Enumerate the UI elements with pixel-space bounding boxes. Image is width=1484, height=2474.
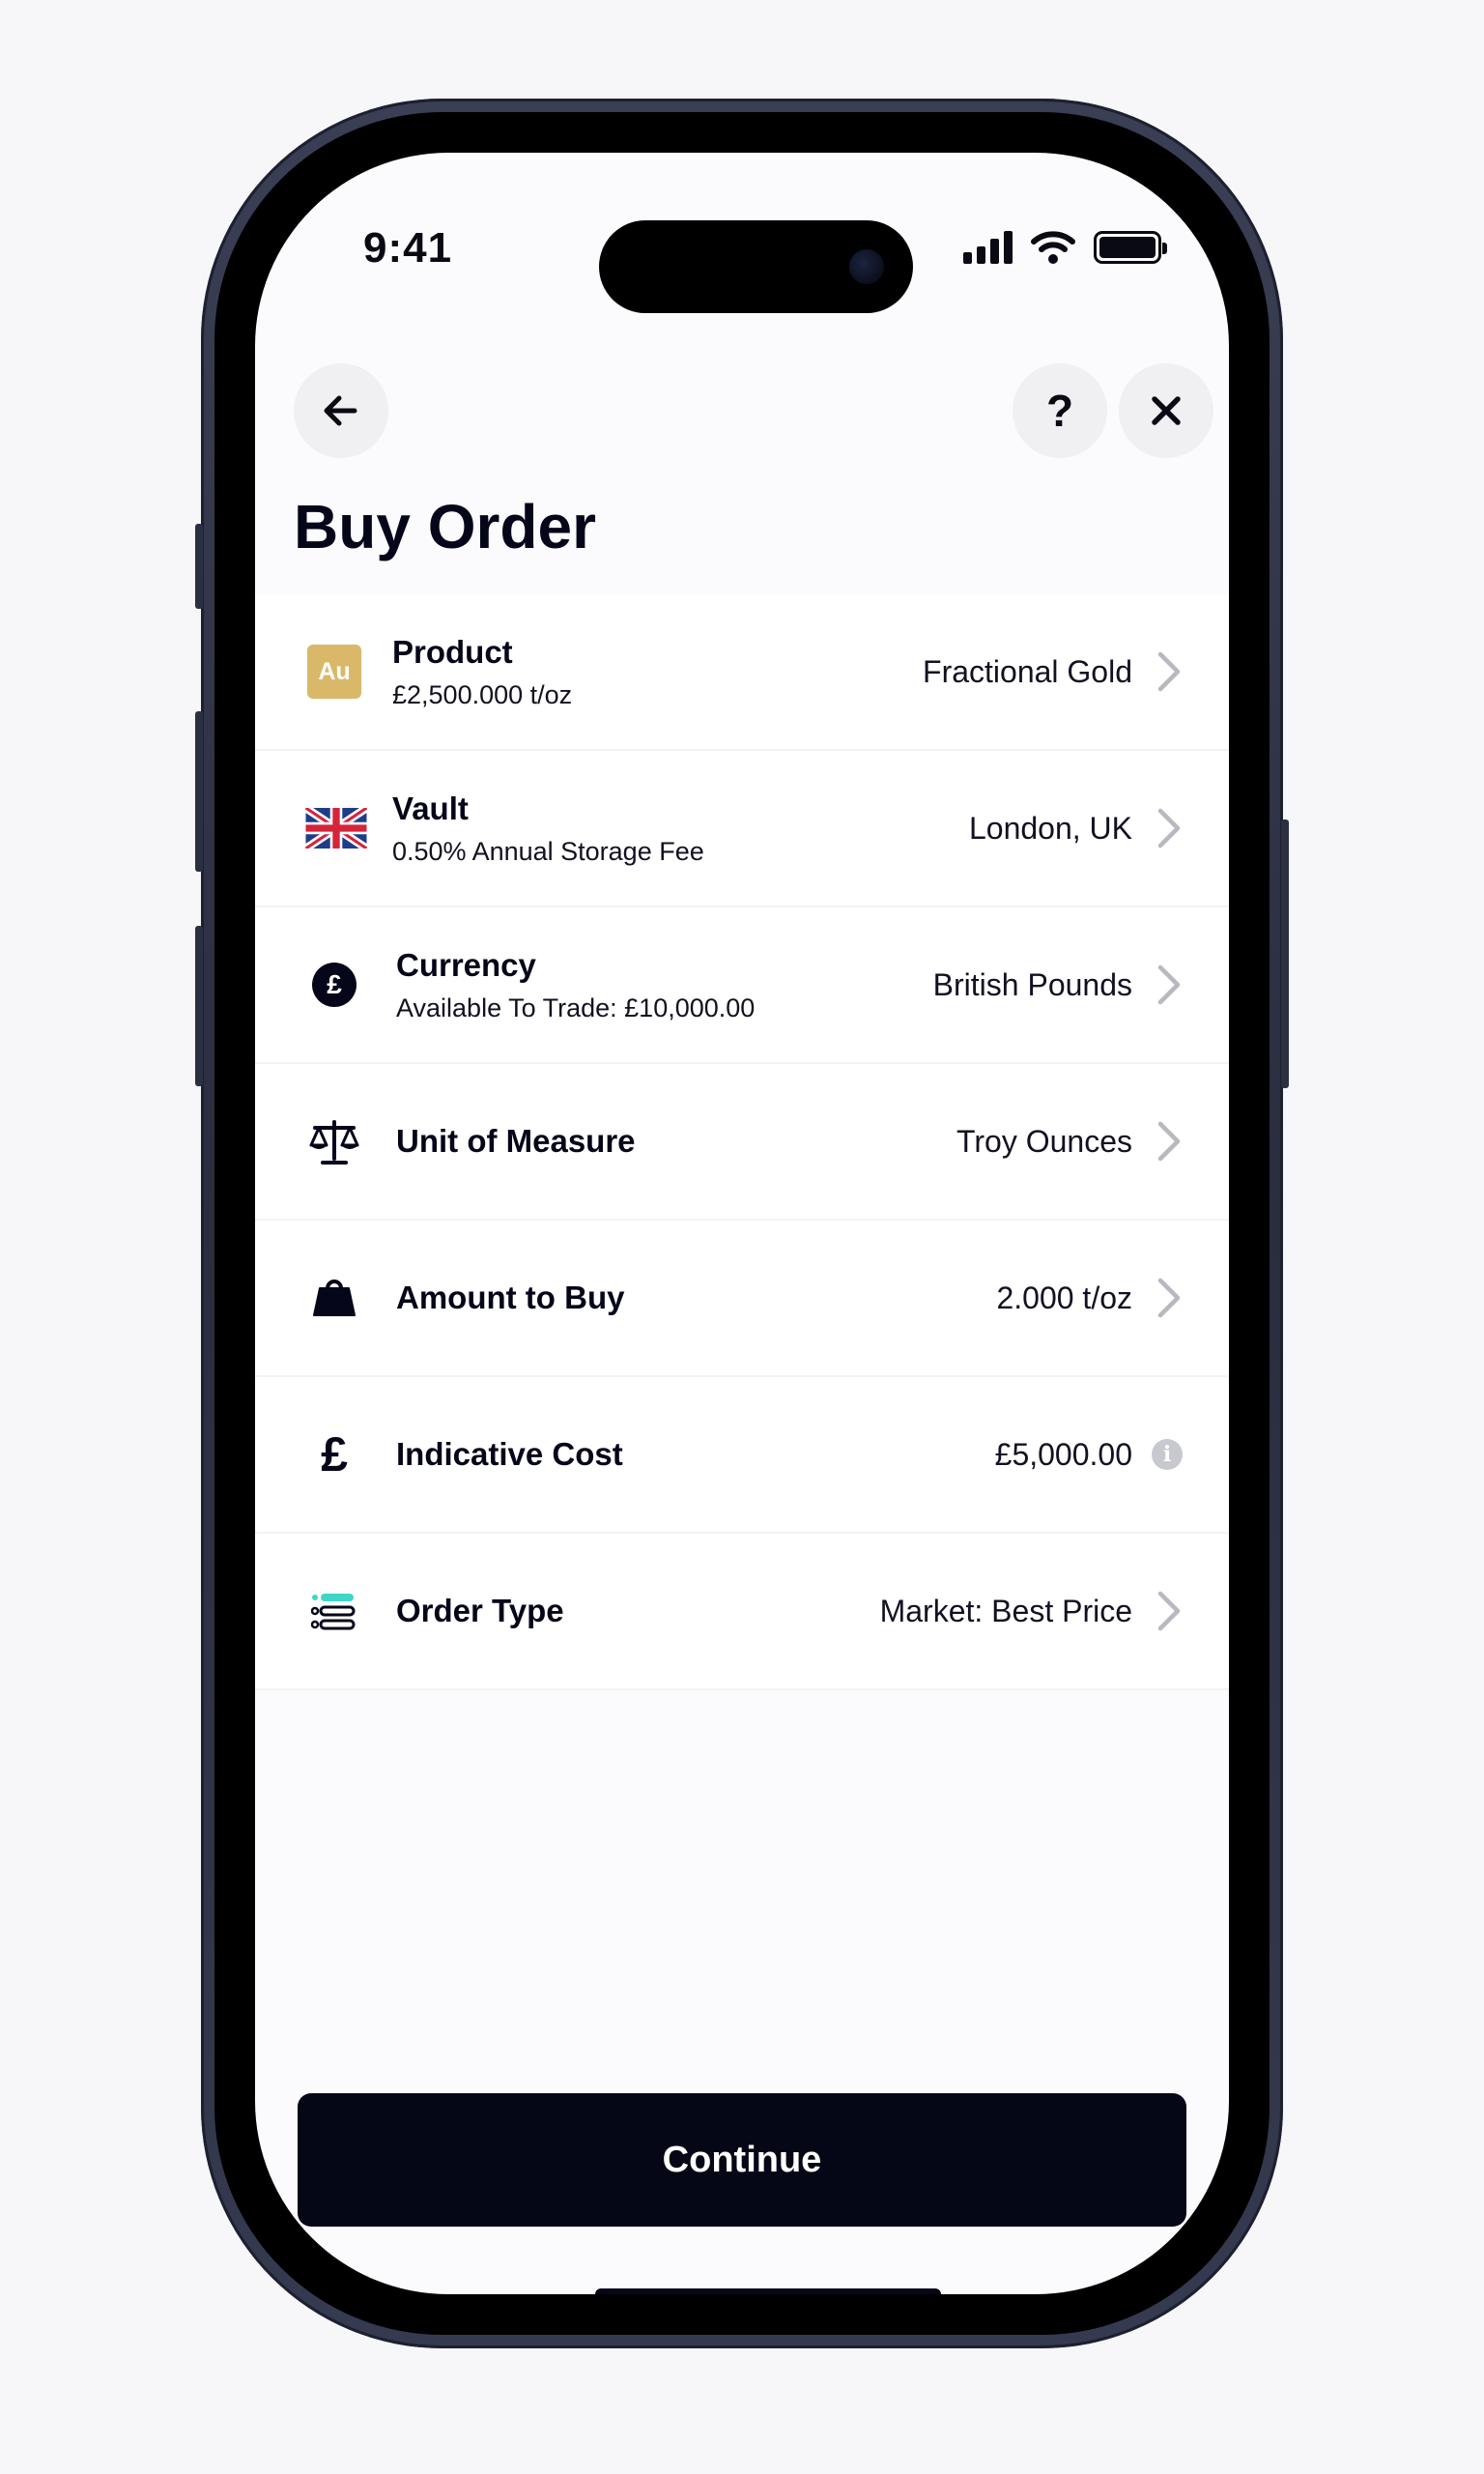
back-button[interactable]: [294, 363, 388, 458]
row-text: Product £2,500.000 t/oz: [392, 634, 572, 710]
row-text: Indicative Cost: [396, 1436, 623, 1473]
chevron-right-icon: [1150, 651, 1188, 692]
row-icon-wrap: [305, 1582, 363, 1640]
row-value: £5,000.00: [994, 1436, 1132, 1472]
weight-icon: [313, 1280, 356, 1316]
status-time: 9:41: [363, 224, 453, 272]
order-settings-list: Au Product £2,500.000 t/oz Fractional Go…: [255, 594, 1229, 1690]
close-icon: [1152, 396, 1181, 425]
volume-up-button: [195, 711, 203, 872]
chevron-right-icon: [1150, 1591, 1188, 1631]
row-title: Vault: [392, 790, 469, 826]
cellular-signal-icon: [963, 231, 1013, 264]
row-value: 2.000 t/oz: [996, 1280, 1132, 1315]
chevron-right-icon: [1150, 964, 1188, 1005]
row-text: Unit of Measure: [396, 1123, 636, 1160]
status-icons: [963, 230, 1167, 265]
row-value: British Pounds: [932, 966, 1132, 1002]
row-icon-wrap: [305, 1112, 363, 1170]
gold-au-badge-icon: Au: [307, 645, 361, 699]
row-value: Troy Ounces: [956, 1123, 1132, 1159]
order-list-icon: [311, 1594, 356, 1630]
row-unit-of-measure[interactable]: Unit of Measure Troy Ounces: [255, 1064, 1229, 1221]
row-text: Amount to Buy: [396, 1280, 624, 1316]
row-value: London, UK: [968, 810, 1132, 846]
uk-flag-icon: [305, 808, 367, 849]
continue-button[interactable]: Continue: [298, 2093, 1186, 2227]
info-icon[interactable]: i: [1152, 1439, 1183, 1470]
help-button[interactable]: ?: [1013, 363, 1107, 458]
row-vault[interactable]: Vault 0.50% Annual Storage Fee London, U…: [255, 751, 1229, 907]
chevron-right-icon: [1150, 1278, 1188, 1318]
row-subtitle: Available To Trade: £10,000.00: [396, 992, 756, 1022]
row-currency[interactable]: £ Currency Available To Trade: £10,000.0…: [255, 907, 1229, 1064]
row-title: Amount to Buy: [396, 1280, 625, 1315]
row-product[interactable]: Au Product £2,500.000 t/oz Fractional Go…: [255, 594, 1229, 751]
row-value: Market: Best Price: [879, 1593, 1132, 1628]
row-icon-wrap: £: [305, 1425, 363, 1483]
bezel: 9:41 ? Buy Order Au Product £2,500.000 t…: [214, 112, 1270, 2335]
row-subtitle: £2,500.000 t/oz: [392, 679, 573, 709]
pound-circle-icon: £: [312, 963, 357, 1007]
screen: 9:41 ? Buy Order Au Product £2,500.000 t…: [255, 153, 1229, 2294]
row-title: Currency: [396, 946, 536, 983]
row-title: Unit of Measure: [396, 1123, 636, 1159]
phone-frame: 9:41 ? Buy Order Au Product £2,500.000 t…: [195, 99, 1289, 2348]
scales-icon: [309, 1120, 359, 1165]
question-mark-icon: ?: [1045, 386, 1074, 436]
volume-down-button: [195, 926, 203, 1086]
row-title: Order Type: [396, 1593, 564, 1628]
page-title: Buy Order: [294, 492, 596, 561]
battery-icon: [1094, 231, 1167, 264]
row-text: Order Type: [396, 1593, 564, 1629]
pound-sign-icon: £: [321, 1427, 348, 1482]
row-amount-to-buy[interactable]: Amount to Buy 2.000 t/oz: [255, 1221, 1229, 1377]
dynamic-island: [599, 220, 913, 313]
row-icon-wrap: Au: [305, 643, 363, 701]
camera-icon: [849, 249, 884, 284]
close-button[interactable]: [1119, 363, 1213, 458]
row-title: Indicative Cost: [396, 1436, 623, 1472]
action-button: [195, 524, 203, 609]
row-value: Fractional Gold: [923, 653, 1132, 689]
wifi-icon: [1031, 231, 1075, 264]
row-text: Currency Available To Trade: £10,000.00: [396, 947, 755, 1023]
row-title: Product: [392, 633, 513, 670]
row-subtitle: 0.50% Annual Storage Fee: [392, 836, 704, 866]
power-button: [1281, 820, 1289, 1088]
row-indicative-cost: £ Indicative Cost £5,000.00 i: [255, 1377, 1229, 1534]
row-icon-wrap: [305, 799, 367, 857]
row-icon-wrap: £: [305, 956, 363, 1014]
home-indicator[interactable]: [595, 2288, 941, 2294]
row-order-type[interactable]: Order Type Market: Best Price: [255, 1534, 1229, 1690]
row-icon-wrap: [305, 1269, 363, 1327]
chevron-right-icon: [1150, 808, 1188, 849]
row-text: Vault 0.50% Annual Storage Fee: [392, 791, 704, 867]
arrow-left-icon: [324, 395, 357, 426]
chevron-right-icon: [1150, 1121, 1188, 1162]
